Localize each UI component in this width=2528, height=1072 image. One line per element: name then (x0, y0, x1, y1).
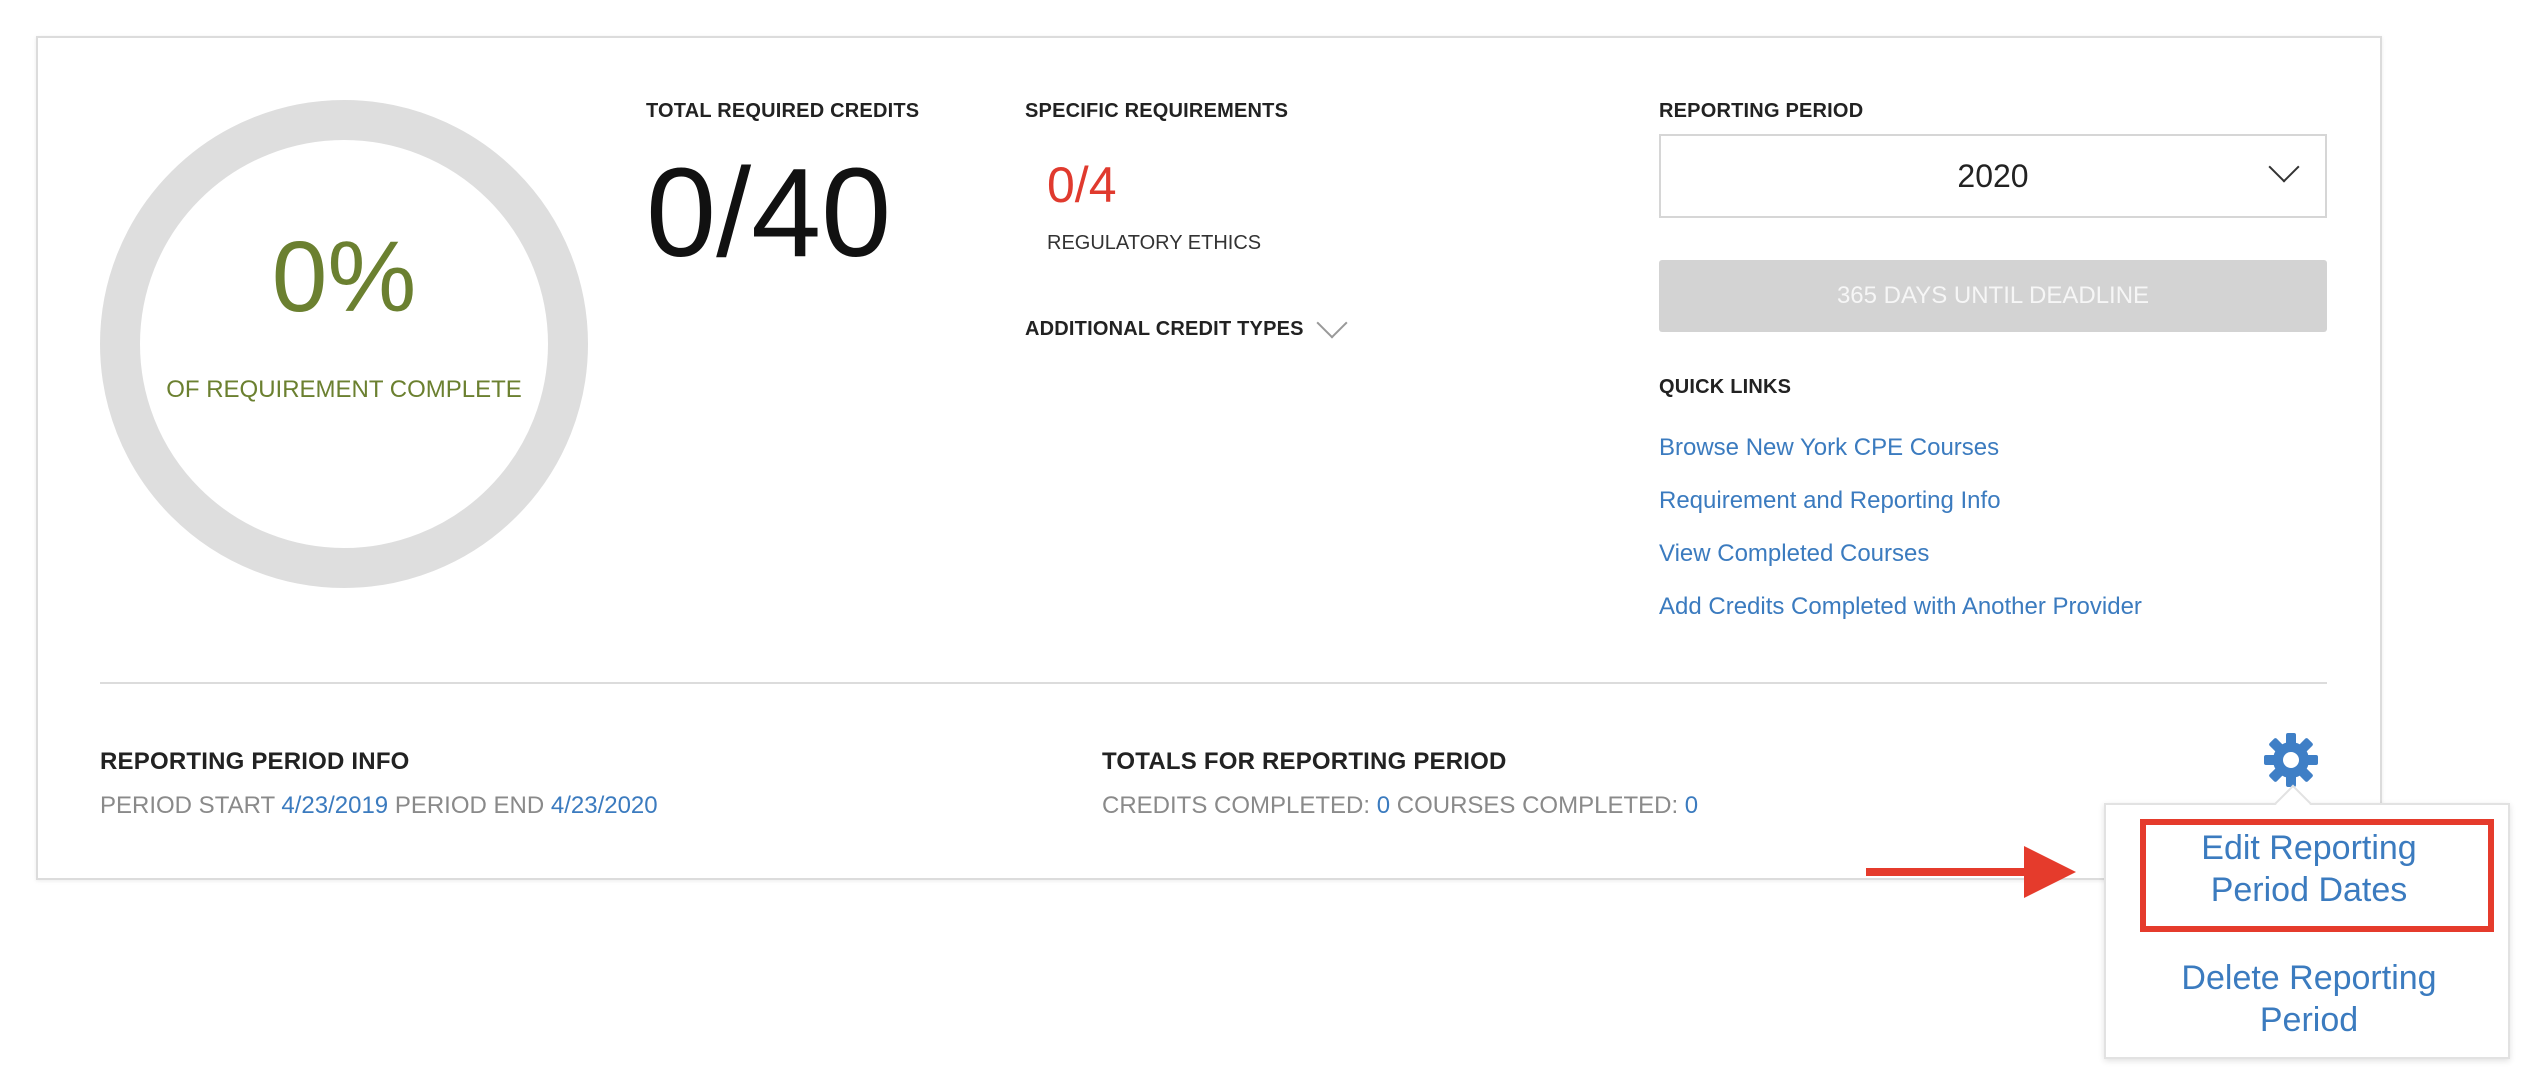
period-info-line: PERIOD START 4/23/2019 PERIOD END 4/23/2… (100, 792, 658, 820)
additional-credit-types-label: ADDITIONAL CREDIT TYPES (1025, 318, 1304, 340)
period-start-value: 4/23/2019 (281, 792, 389, 819)
delete-reporting-line2: Period (2259, 1001, 2359, 1039)
reporting-period-selected: 2020 (1957, 157, 2029, 194)
courses-completed-value: 0 (1684, 792, 1699, 819)
requirement-card: 0% OF REQUIREMENT COMPLETE TOTAL REQUIRE… (36, 36, 2382, 880)
progress-label: OF REQUIREMENT COMPLETE (166, 376, 522, 403)
period-start-label: PERIOD START (100, 792, 275, 819)
regulatory-ethics-value: 0/4 (1047, 157, 1117, 213)
period-end-value: 4/23/2020 (550, 792, 658, 819)
chevron-down-icon (1316, 307, 1348, 339)
annotation-highlight-box (2140, 819, 2494, 932)
delete-reporting-period[interactable]: Delete Reporting Period (2106, 957, 2512, 1041)
credits-completed-value: 0 (1376, 792, 1391, 819)
quick-link-requirement-info[interactable]: Requirement and Reporting Info (1659, 487, 2001, 515)
quick-links-heading: QUICK LINKS (1659, 376, 1792, 398)
period-end-label: PERIOD END (394, 792, 545, 819)
reporting-period-heading: REPORTING PERIOD (1659, 100, 1864, 122)
period-info-heading: REPORTING PERIOD INFO (100, 748, 410, 775)
totals-heading: TOTALS FOR REPORTING PERIOD (1102, 748, 1507, 775)
additional-credit-types-toggle[interactable]: ADDITIONAL CREDIT TYPES (1025, 307, 1405, 352)
credits-completed-label: CREDITS COMPLETED: (1102, 792, 1371, 819)
total-required-heading: TOTAL REQUIRED CREDITS (646, 100, 920, 122)
deadline-badge: 365 DAYS UNTIL DEADLINE (1659, 260, 2327, 332)
progress-percent: 0% (271, 221, 417, 333)
annotation-arrow-head (2024, 846, 2076, 898)
quick-link-browse-courses[interactable]: Browse New York CPE Courses (1659, 434, 1999, 462)
annotation-arrow-shaft (1866, 868, 2038, 876)
courses-completed-label: COURSES COMPLETED: (1396, 792, 1679, 819)
total-required-value: 0/40 (646, 142, 892, 283)
delete-reporting-line1: Delete Reporting (2181, 959, 2437, 997)
specific-requirements-heading: SPECIFIC REQUIREMENTS (1025, 100, 1289, 122)
totals-line: CREDITS COMPLETED: 0 COURSES COMPLETED: … (1102, 792, 1698, 820)
regulatory-ethics-label: REGULATORY ETHICS (1047, 232, 1262, 254)
gear-icon[interactable] (2263, 732, 2319, 788)
reporting-period-select[interactable]: 2020 (1659, 134, 2327, 218)
quick-link-completed-courses[interactable]: View Completed Courses (1659, 540, 1929, 568)
quick-link-add-credits[interactable]: Add Credits Completed with Another Provi… (1659, 593, 2142, 621)
chevron-down-icon (2268, 151, 2300, 183)
section-divider (100, 682, 2327, 684)
progress-ring-content: 0% OF REQUIREMENT COMPLETE (100, 100, 588, 588)
